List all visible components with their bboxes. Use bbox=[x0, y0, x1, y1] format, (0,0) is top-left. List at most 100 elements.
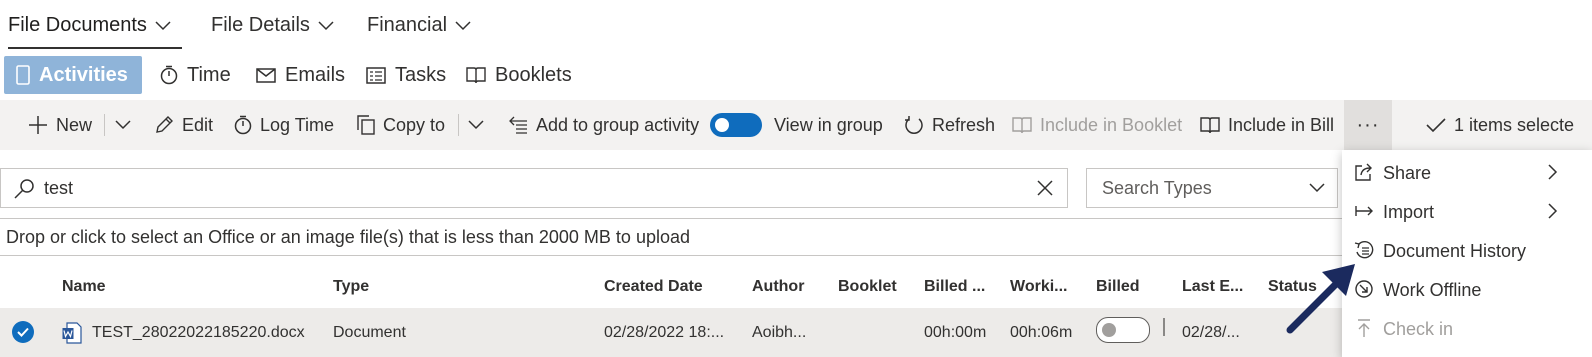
billed-toggle[interactable] bbox=[1096, 317, 1150, 343]
divider bbox=[104, 114, 105, 136]
tab-label: Time bbox=[187, 63, 231, 86]
menu-item-check-in[interactable]: Check in bbox=[1342, 308, 1568, 348]
add-to-group-button[interactable]: Add to group activity bbox=[508, 100, 699, 150]
nav-file-documents[interactable]: File Documents bbox=[8, 14, 171, 37]
search-icon bbox=[14, 179, 34, 199]
book-icon bbox=[466, 67, 486, 84]
tab-time[interactable]: Time bbox=[160, 56, 231, 94]
checkmark-icon bbox=[17, 327, 29, 337]
chevron-down-icon bbox=[468, 120, 484, 130]
menu-item-label: Check in bbox=[1383, 319, 1454, 339]
refresh-button[interactable]: Refresh bbox=[904, 100, 995, 150]
cell-last-edited: 02/28/... bbox=[1182, 324, 1240, 341]
tab-emails[interactable]: Emails bbox=[256, 56, 345, 94]
checkmark-icon bbox=[1426, 118, 1446, 133]
activities-icon bbox=[16, 65, 30, 85]
edit-button[interactable]: Edit bbox=[154, 100, 213, 150]
cell-type: Document bbox=[333, 324, 406, 341]
search-types-placeholder: Search Types bbox=[1102, 178, 1212, 198]
copy-to-label: Copy to bbox=[383, 114, 446, 135]
chevron-right-icon bbox=[1548, 164, 1558, 180]
word-document-icon bbox=[62, 322, 82, 344]
new-dropdown-button[interactable] bbox=[115, 100, 131, 150]
column-header-type[interactable]: Type bbox=[333, 278, 369, 296]
stopwatch-icon bbox=[234, 115, 252, 135]
chevron-down-icon bbox=[318, 20, 334, 30]
column-header-created-date[interactable]: Created Date bbox=[604, 278, 703, 296]
toggle-knob bbox=[1102, 323, 1116, 337]
share-icon bbox=[1355, 163, 1372, 181]
chevron-down-icon bbox=[115, 120, 131, 130]
selection-count-label: 1 items selecte bbox=[1454, 114, 1575, 135]
tab-label: Activities bbox=[39, 63, 128, 86]
column-header-booklet[interactable]: Booklet bbox=[838, 278, 897, 296]
include-in-booklet-label: Include in Booklet bbox=[1040, 114, 1183, 135]
include-in-bill-button[interactable]: Include in Bill bbox=[1200, 100, 1334, 150]
refresh-label: Refresh bbox=[932, 114, 996, 135]
more-options-button[interactable]: ··· bbox=[1344, 100, 1392, 150]
nav-file-details[interactable]: File Details bbox=[211, 14, 334, 37]
menu-item-label: Share bbox=[1383, 163, 1432, 183]
import-icon bbox=[1355, 206, 1373, 216]
stopwatch-icon bbox=[160, 65, 178, 85]
column-header-billed-time[interactable]: Billed ... bbox=[924, 278, 985, 296]
row-selected-checkbox[interactable] bbox=[12, 321, 34, 343]
cell-created-date: 02/28/2022 18:... bbox=[604, 324, 725, 341]
column-header-last-edited[interactable]: Last E... bbox=[1182, 278, 1243, 296]
new-button[interactable]: New bbox=[28, 100, 92, 150]
chevron-down-icon bbox=[155, 20, 171, 30]
view-in-group-label: View in group bbox=[774, 114, 883, 135]
nav-label: Financial bbox=[367, 14, 448, 36]
tab-tasks[interactable]: Tasks bbox=[366, 56, 446, 94]
nav-financial[interactable]: Financial bbox=[367, 14, 471, 37]
menu-item-document-history[interactable]: Document History bbox=[1342, 230, 1568, 270]
more-options-menu: Share Import Document History Work Offli… bbox=[1342, 150, 1592, 357]
tab-activities[interactable]: Activities bbox=[4, 56, 142, 94]
menu-item-label: Document History bbox=[1383, 241, 1527, 261]
column-divider bbox=[1163, 318, 1165, 336]
view-in-group-toggle[interactable]: View in group bbox=[710, 100, 883, 150]
chevron-down-icon bbox=[1309, 183, 1325, 193]
copy-to-dropdown-button[interactable] bbox=[468, 100, 484, 150]
cell-name[interactable]: TEST_28022022185220.docx bbox=[92, 324, 305, 342]
menu-item-work-offline[interactable]: Work Offline bbox=[1342, 269, 1568, 309]
menu-item-import[interactable]: Import bbox=[1342, 191, 1568, 231]
search-types-dropdown[interactable]: Search Types bbox=[1086, 168, 1338, 208]
more-icon: ··· bbox=[1356, 113, 1380, 136]
toggle-knob bbox=[715, 118, 729, 132]
toggle-switch[interactable] bbox=[710, 113, 762, 137]
column-header-billed[interactable]: Billed bbox=[1096, 278, 1140, 296]
log-time-button[interactable]: Log Time bbox=[234, 100, 334, 150]
clear-search-icon[interactable] bbox=[1037, 180, 1053, 196]
pencil-icon bbox=[156, 116, 173, 133]
tasks-icon bbox=[366, 66, 386, 84]
upload-drop-zone[interactable]: Drop or click to select an Office or an … bbox=[0, 218, 1342, 256]
plus-icon bbox=[29, 116, 47, 134]
tab-booklets[interactable]: Booklets bbox=[466, 56, 572, 94]
view-tabs: Activities Time Emails Tasks Booklets bbox=[0, 54, 1592, 98]
menu-item-label: Work Offline bbox=[1383, 280, 1482, 300]
search-value: test bbox=[44, 178, 74, 198]
top-nav: File Documents File Details Financial bbox=[0, 0, 1592, 52]
book-icon bbox=[1012, 117, 1032, 134]
book-icon bbox=[1200, 117, 1220, 134]
menu-item-label: Import bbox=[1383, 202, 1435, 222]
nav-label: File Details bbox=[211, 14, 310, 36]
include-in-booklet-button[interactable]: Include in Booklet bbox=[1012, 100, 1182, 150]
column-header-author[interactable]: Author bbox=[752, 278, 804, 296]
tab-label: Emails bbox=[285, 63, 346, 86]
column-header-working[interactable]: Worki... bbox=[1010, 278, 1068, 296]
refresh-icon bbox=[905, 116, 923, 134]
mail-icon bbox=[256, 67, 276, 83]
upload-text: Drop or click to select an Office or an … bbox=[6, 227, 690, 247]
copy-to-button[interactable]: Copy to bbox=[357, 100, 445, 150]
selection-count[interactable]: 1 items selecte bbox=[1426, 100, 1574, 150]
column-header-name[interactable]: Name bbox=[62, 278, 106, 296]
edit-label: Edit bbox=[182, 114, 214, 135]
history-icon bbox=[1354, 240, 1374, 259]
tab-label: Booklets bbox=[495, 63, 572, 86]
log-time-label: Log Time bbox=[260, 114, 335, 135]
search-input[interactable]: test bbox=[0, 168, 1068, 208]
new-label: New bbox=[56, 114, 93, 135]
menu-item-share[interactable]: Share bbox=[1342, 152, 1568, 192]
